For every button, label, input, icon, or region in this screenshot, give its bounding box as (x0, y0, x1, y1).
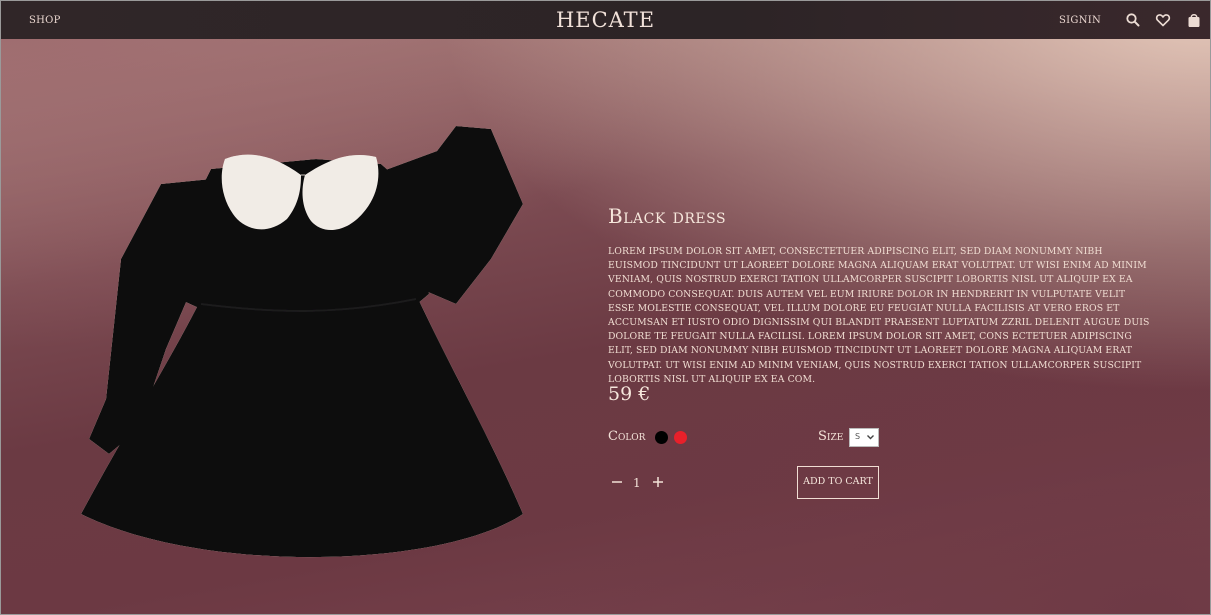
color-swatch-red[interactable] (674, 431, 687, 444)
add-to-cart-button[interactable]: ADD TO CART (797, 466, 879, 499)
heart-icon[interactable] (1155, 12, 1171, 28)
brand-logo[interactable]: HECATE (1, 8, 1210, 32)
size-label: Size (818, 429, 844, 444)
quantity-decrease-button[interactable] (611, 474, 623, 488)
chevron-down-icon (866, 432, 875, 444)
quantity-increase-button[interactable] (652, 474, 664, 488)
color-swatch-black[interactable] (655, 431, 668, 444)
signin-link[interactable]: SIGNIN (1059, 15, 1101, 26)
quantity-value: 1 (633, 476, 641, 490)
product-image-dress (61, 109, 541, 589)
product-description: Lorem ipsum dolor sit amet, consectetuer… (608, 246, 1150, 385)
color-label: Color (608, 429, 646, 444)
size-select[interactable]: S (849, 428, 879, 447)
product-title: Black dress (608, 204, 727, 228)
size-selected-value: S (855, 432, 861, 441)
search-icon[interactable] (1125, 12, 1141, 28)
product-page: SHOP HECATE SIGNIN Black dress LOREM IPS… (0, 0, 1211, 615)
shopping-bag-icon[interactable] (1186, 12, 1202, 28)
top-nav-bar: SHOP HECATE SIGNIN (1, 1, 1210, 39)
product-price: 59 € (608, 383, 651, 405)
